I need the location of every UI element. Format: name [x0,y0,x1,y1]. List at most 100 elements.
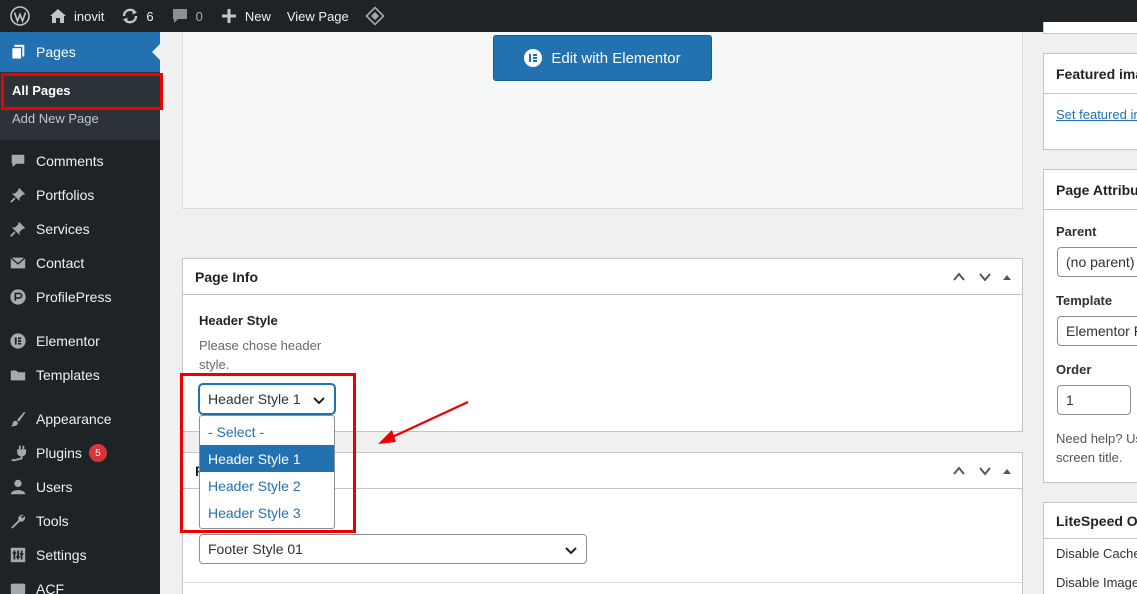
header-style-description-line2: style. [199,357,230,372]
wordpress-logo-button[interactable] [0,0,40,32]
sidebar-item-templates[interactable]: Templates [0,358,160,392]
profilepress-icon [8,287,28,307]
box-controls [946,259,1016,295]
featured-image-title[interactable]: Featured image [1044,54,1137,94]
sidebar-item-label: Pages [36,44,76,60]
order-input[interactable]: 1 [1057,385,1131,415]
comments-link[interactable]: 0 [162,0,211,32]
home-icon [48,6,68,26]
move-down-button[interactable] [972,453,998,489]
footer-style-select[interactable]: Footer Style 01 [199,534,587,564]
admin-sidebar: Pages All Pages Add New Page Comments Po… [0,32,160,594]
site-name-link[interactable]: inovit [40,0,112,32]
edit-with-elementor-button[interactable]: Edit with Elementor [493,35,712,81]
sidebar-item-label: ACF [36,581,64,594]
move-up-button[interactable] [946,259,972,295]
updates-count: 6 [146,8,154,24]
sidebar-item-label: Portfolios [36,187,95,203]
sidebar-item-label: Settings [36,547,87,563]
plugin-icon [8,443,28,463]
move-up-button[interactable] [946,453,972,489]
sidebar-item-pages[interactable]: Pages [0,32,160,72]
caret-up-icon [1003,469,1011,474]
sidebar-item-label: Tools [36,513,69,529]
site-name: inovit [74,8,105,24]
sidebar-item-plugins[interactable]: Plugins 5 [0,436,160,470]
header-style-description-line1: Please chose header [199,338,322,353]
folder-icon [8,365,28,385]
comment-icon [170,6,190,26]
annotation-arrow [378,401,469,444]
chevron-up-icon [953,466,965,475]
sidebar-item-contact[interactable]: Contact [0,246,160,280]
sidebar-item-appearance[interactable]: Appearance [0,402,160,436]
toggle-panel-button[interactable] [998,453,1016,489]
pin-icon [8,219,28,239]
user-icon [8,477,28,497]
sidebar-item-services[interactable]: Services [0,212,160,246]
updates-icon [120,6,140,26]
pages-icon [8,42,28,62]
new-content-link[interactable]: New [211,0,279,32]
view-page-link[interactable]: View Page [279,0,357,32]
disable-cache-option[interactable]: Disable Cache [1056,546,1137,561]
comments-count: 0 [195,8,203,24]
pin-icon [8,185,28,205]
highlight-box-dropdown [180,373,356,533]
page-info-header[interactable]: Page Info [183,259,1022,295]
chevron-down-icon [979,467,991,476]
page-attributes-title[interactable]: Page Attributes [1044,170,1137,210]
plugins-update-badge: 5 [88,444,107,462]
elementor-icon [8,331,28,351]
sidebar-item-label: Plugins [36,445,82,461]
elementor-icon [524,49,543,67]
new-label: New [244,8,271,24]
sidebar-item-label: Users [36,479,73,495]
chevron-down-icon [979,273,991,282]
parent-select[interactable]: (no parent) [1057,247,1137,277]
sidebar-item-label: Contact [36,255,85,271]
sidebar-item-label: Elementor [36,333,100,349]
litespeed-options-title[interactable]: LiteSpeed Options [1044,503,1137,539]
sidebar-item-elementor[interactable]: Elementor [0,324,160,358]
wordpress-icon [10,6,30,26]
acf-icon [8,579,28,594]
disable-image-option[interactable]: Disable Image Lazyload [1056,575,1137,590]
move-down-button[interactable] [972,259,998,295]
edit-with-elementor-label: Edit with Elementor [551,49,681,67]
sidebar-item-profilepress[interactable]: ProfilePress [0,280,160,314]
set-featured-image-link[interactable]: Set featured image [1056,107,1137,122]
sidebar-item-tools[interactable]: Tools [0,504,160,538]
updates-link[interactable]: 6 [112,0,161,32]
sidebar-item-label: Comments [36,153,104,169]
box-controls [946,453,1016,489]
featured-image-box: Featured image Set featured image [1043,53,1137,150]
sidebar-item-portfolios[interactable]: Portfolios [0,178,160,212]
highlight-box-all-pages [1,73,163,110]
header-style-label: Header Style [199,313,278,328]
mail-icon [8,253,28,273]
template-select[interactable]: Elementor Full Width [1057,316,1137,346]
sidebar-item-label: Templates [36,367,100,383]
diamond-icon [365,6,385,26]
view-page-label: View Page [286,8,349,24]
menu-separator [0,392,160,402]
help-text-line2: screen title. [1056,450,1123,465]
menu-separator [0,314,160,324]
sidebar-item-comments[interactable]: Comments [0,144,160,178]
page-info-title: Page Info [195,268,259,285]
sidebar-item-users[interactable]: Users [0,470,160,504]
settings-icon [8,545,28,565]
divider [183,582,1022,583]
admin-bar: inovit 6 0 New View Page [0,0,1137,32]
plus-icon [219,6,239,26]
sidebar-item-label: Appearance [36,411,112,427]
comment-icon [8,151,28,171]
chevron-down-icon [565,547,577,555]
sidebar-item-acf[interactable]: ACF [0,572,160,594]
sidebar-item-settings[interactable]: Settings [0,538,160,572]
seo-menu-button[interactable] [357,0,399,32]
toggle-panel-button[interactable] [998,259,1016,295]
footer-style-value: Footer Style 01 [208,541,303,557]
template-label: Template [1056,293,1113,308]
